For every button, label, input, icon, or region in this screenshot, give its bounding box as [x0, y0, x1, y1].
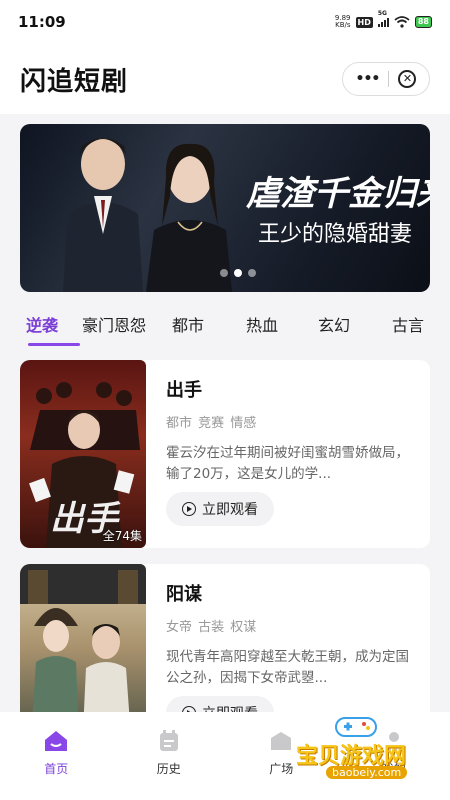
- capsule-divider: [388, 71, 390, 87]
- watermark-url: baobeiy.com: [326, 766, 408, 779]
- hd-badge: HD: [355, 16, 373, 28]
- banner-title-line1: 虐渣千金归来:: [246, 174, 430, 214]
- banner-pagination: [220, 269, 256, 277]
- status-bar: 11:09 9.89 KB/s HD 5G 88: [0, 0, 450, 44]
- nav-history-label: 历史: [156, 762, 181, 776]
- tab-xuanhuan[interactable]: 玄幻: [318, 312, 392, 348]
- status-time: 11:09: [18, 13, 66, 31]
- more-icon[interactable]: •••: [356, 71, 381, 87]
- banner-actor-image: [63, 138, 143, 292]
- app-title: 闪追短剧: [20, 66, 129, 97]
- drama-title: 出手: [166, 380, 202, 401]
- square-icon: [271, 732, 292, 750]
- drama-tags: 女帝 古装 权谋: [166, 620, 257, 635]
- nav-home-label: 首页: [44, 762, 69, 776]
- play-icon: [182, 502, 196, 516]
- category-tabs: 逆袭 豪门恩怨 都市 热血 玄幻 古言: [0, 312, 450, 348]
- tab-rexue[interactable]: 热血: [246, 312, 318, 348]
- signal-icon: 5G: [377, 10, 389, 27]
- tab-haomen[interactable]: 豪门恩怨: [82, 312, 172, 348]
- net-speed: 9.89 KB/s: [334, 14, 351, 29]
- battery-icon: 88: [414, 16, 432, 28]
- tab-nixi[interactable]: 逆袭: [26, 312, 82, 348]
- wifi-icon: [394, 16, 410, 28]
- mini-program-capsule: ••• ✕: [342, 62, 430, 96]
- tab-guyan[interactable]: 古言: [392, 312, 432, 348]
- featured-banner[interactable]: 虐渣千金归来: 王少的隐婚甜妻: [20, 124, 430, 292]
- close-icon[interactable]: ✕: [398, 70, 417, 88]
- history-icon: [159, 730, 178, 751]
- nav-history[interactable]: 历史: [129, 728, 209, 777]
- banner-dot[interactable]: [220, 269, 228, 277]
- drama-poster[interactable]: 出手 全74集: [20, 360, 146, 548]
- nav-square-label: 广场: [269, 762, 294, 776]
- drama-info: 阳谋 女帝 古装 权谋 现代青年高阳穿越至大乾王朝，成为定国公之孙，因揭下女帝武…: [166, 580, 414, 689]
- drama-description: 现代青年高阳穿越至大乾王朝，成为定国公之孙，因揭下女帝武曌...: [166, 649, 409, 686]
- drama-tags: 都市 竞赛 情感: [166, 416, 257, 431]
- status-icons: 9.89 KB/s HD 5G 88: [334, 10, 432, 29]
- drama-card[interactable]: 出手 全74集 出手 都市 竞赛 情感 霍云汐在过年期间被好闺蜜胡雪娇做局，输了…: [20, 360, 430, 548]
- gamepad-icon: [335, 717, 377, 737]
- episode-count: 全74集: [102, 529, 142, 543]
- tab-dushi[interactable]: 都市: [172, 312, 246, 348]
- poster-art: 出手: [29, 382, 140, 548]
- watermark: 宝贝游戏网 baobeiy.com: [296, 712, 436, 782]
- nav-home[interactable]: 首页: [16, 728, 96, 777]
- watch-now-button[interactable]: 立即观看: [166, 492, 274, 526]
- app-header: 闪追短剧 ••• ✕: [0, 44, 450, 114]
- watch-now-label: 立即观看: [202, 502, 258, 518]
- banner-title-line2: 王少的隐婚甜妻: [258, 222, 413, 247]
- home-icon: [45, 731, 68, 751]
- drama-title: 阳谋: [166, 584, 202, 605]
- banner-dot-active[interactable]: [234, 269, 242, 277]
- banner-dot[interactable]: [248, 269, 256, 277]
- drama-description: 霍云汐在过年期间被好闺蜜胡雪娇做局，输了20万，这是女儿的学...: [166, 445, 409, 482]
- drama-info: 出手 都市 竞赛 情感 霍云汐在过年期间被好闺蜜胡雪娇做局，输了20万，这是女儿…: [166, 376, 414, 485]
